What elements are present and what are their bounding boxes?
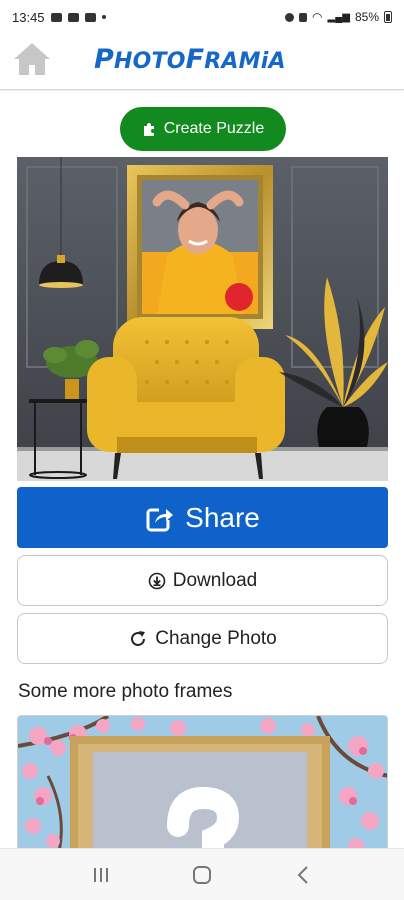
- download-icon: [148, 572, 166, 589]
- more-notifications-icon: [101, 15, 106, 19]
- battery-level: 85%: [354, 10, 379, 24]
- app-header: PHOTOFRAMiA: [0, 34, 404, 90]
- share-label: Share: [185, 501, 260, 533]
- wifi-icon: ◠: [312, 10, 323, 24]
- signal-icon: ▂▄▆: [327, 11, 350, 23]
- notification-icon: [50, 12, 62, 22]
- framed-room-scene: [17, 157, 388, 481]
- status-bar: 13:45 ◠ ▂▄▆ 85%: [0, 0, 404, 34]
- mute-icon: [299, 12, 308, 22]
- status-time: 13:45: [12, 9, 45, 25]
- youtube-icon: [67, 12, 79, 22]
- logo-rami: RAMi: [204, 49, 269, 74]
- nav-home-button[interactable]: [182, 860, 222, 890]
- logo-letter-p: P: [94, 44, 114, 75]
- photo-frame-preview: [17, 157, 388, 481]
- logo-letter-f: F: [185, 44, 205, 75]
- back-icon: [297, 865, 309, 884]
- change-photo-button[interactable]: Change Photo: [17, 613, 388, 664]
- battery-icon: [384, 11, 392, 23]
- create-puzzle-button[interactable]: Create Puzzle: [120, 107, 286, 151]
- share-icon: [146, 505, 174, 531]
- recents-icon: [93, 867, 108, 882]
- app-logo: PHOTOFRAMiA: [94, 44, 286, 75]
- nav-home-icon: [192, 865, 211, 884]
- frame-thumbnail[interactable]: [17, 715, 388, 855]
- recents-button[interactable]: [81, 860, 121, 890]
- status-right: ◠ ▂▄▆ 85%: [285, 10, 392, 24]
- alarm-icon: [285, 12, 295, 22]
- logo-hoto: HOTO: [114, 49, 186, 74]
- change-photo-label: Change Photo: [155, 627, 277, 649]
- download-label: Download: [172, 569, 258, 591]
- puzzle-icon: [143, 123, 154, 136]
- status-left: 13:45: [12, 10, 106, 25]
- back-button[interactable]: [283, 860, 323, 890]
- create-puzzle-label: Create Puzzle: [163, 120, 265, 137]
- download-button[interactable]: Download: [17, 555, 388, 606]
- logo-letter-a: A: [268, 49, 286, 74]
- share-button[interactable]: Share: [17, 487, 388, 548]
- more-frames-title: Some more photo frames: [18, 681, 233, 702]
- refresh-icon: [131, 630, 146, 646]
- message-icon: [84, 12, 96, 22]
- system-nav-bar: [0, 848, 404, 900]
- home-icon[interactable]: [12, 40, 52, 78]
- blossom-frame-image: [18, 716, 387, 854]
